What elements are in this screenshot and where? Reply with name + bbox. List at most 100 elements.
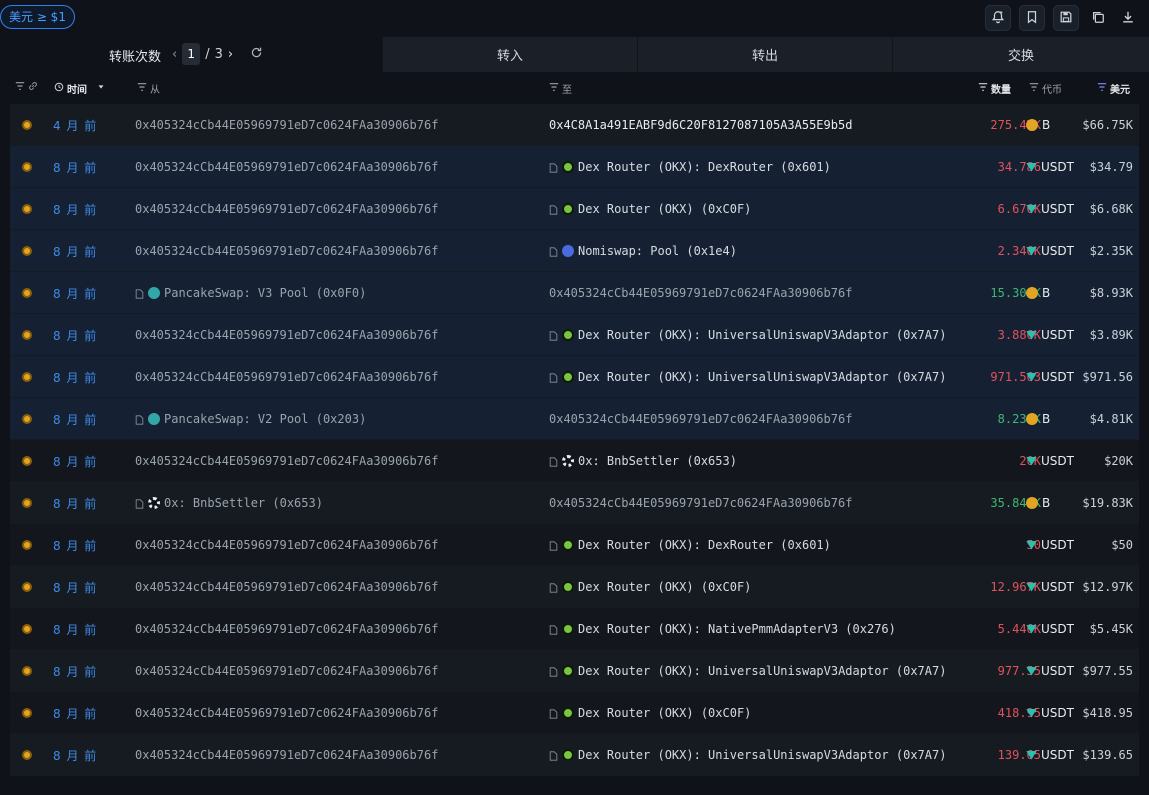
from-address[interactable]: 0x405324cCb44E05969791eD7c0624FAa30906b7… bbox=[135, 664, 438, 678]
token-column-header[interactable]: 代币 bbox=[1029, 81, 1062, 96]
from-address[interactable]: 0x405324cCb44E05969791eD7c0624FAa30906b7… bbox=[135, 244, 438, 258]
to-entity[interactable]: Dex Router (OKX) (0xC0F) bbox=[549, 202, 751, 216]
refresh-icon[interactable] bbox=[250, 46, 263, 63]
to-entity[interactable]: 0x: BnbSettler (0x653) bbox=[549, 454, 737, 468]
table-row[interactable]: 8 月 前 0x405324cCb44E05969791eD7c0624FAa3… bbox=[10, 146, 1139, 188]
token-cell[interactable]: USDT bbox=[1026, 734, 1074, 776]
from-address[interactable]: 0x405324cCb44E05969791eD7c0624FAa30906b7… bbox=[135, 370, 438, 384]
token-cell[interactable]: USDT bbox=[1026, 356, 1074, 398]
from-address[interactable]: 0x405324cCb44E05969791eD7c0624FAa30906b7… bbox=[135, 580, 438, 594]
token-cell[interactable]: USDT bbox=[1026, 314, 1074, 356]
table-row[interactable]: 4 月 前 0x405324cCb44E05969791eD7c0624FAa3… bbox=[10, 104, 1139, 146]
token-cell[interactable]: B bbox=[1026, 398, 1050, 440]
time-cell[interactable]: 8 月 前 bbox=[53, 566, 97, 608]
save-button[interactable] bbox=[1053, 5, 1079, 31]
table-row[interactable]: 8 月 前 0x405324cCb44E05969791eD7c0624FAa3… bbox=[10, 524, 1139, 566]
time-cell[interactable]: 8 月 前 bbox=[53, 230, 97, 272]
from-entity[interactable]: PancakeSwap: V2 Pool (0x203) bbox=[135, 412, 366, 426]
to-entity[interactable]: Dex Router (OKX): DexRouter (0x601) bbox=[549, 160, 831, 174]
time-cell[interactable]: 8 月 前 bbox=[53, 356, 97, 398]
to-address[interactable]: 0x405324cCb44E05969791eD7c0624FAa30906b7… bbox=[549, 286, 852, 300]
time-cell[interactable]: 8 月 前 bbox=[53, 272, 97, 314]
time-cell[interactable]: 8 月 前 bbox=[53, 608, 97, 650]
table-row[interactable]: 8 月 前 0x405324cCb44E05969791eD7c0624FAa3… bbox=[10, 650, 1139, 692]
amount-column-header[interactable]: 数量 bbox=[978, 81, 1011, 96]
table-row[interactable]: 8 月 前 0x405324cCb44E05969791eD7c0624FAa3… bbox=[10, 356, 1139, 398]
to-column-header[interactable]: 至 bbox=[549, 81, 572, 96]
from-address[interactable]: 0x405324cCb44E05969791eD7c0624FAa30906b7… bbox=[135, 706, 438, 720]
from-address[interactable]: 0x405324cCb44E05969791eD7c0624FAa30906b7… bbox=[135, 328, 438, 342]
to-entity[interactable]: Dex Router (OKX) (0xC0F) bbox=[549, 580, 751, 594]
token-cell[interactable]: USDT bbox=[1026, 188, 1074, 230]
from-address[interactable]: 0x405324cCb44E05969791eD7c0624FAa30906b7… bbox=[135, 622, 438, 636]
time-cell[interactable]: 8 月 前 bbox=[53, 314, 97, 356]
to-address[interactable]: 0x405324cCb44E05969791eD7c0624FAa30906b7… bbox=[549, 412, 852, 426]
token-cell[interactable]: USDT bbox=[1026, 440, 1074, 482]
from-address[interactable]: 0x405324cCb44E05969791eD7c0624FAa30906b7… bbox=[135, 748, 438, 762]
to-entity[interactable]: Dex Router (OKX): UniversalUniswapV3Adap… bbox=[549, 328, 946, 342]
time-cell[interactable]: 8 月 前 bbox=[53, 650, 97, 692]
to-entity[interactable]: Nomiswap: Pool (0x1e4) bbox=[549, 244, 737, 258]
from-address[interactable]: 0x405324cCb44E05969791eD7c0624FAa30906b7… bbox=[135, 160, 438, 174]
download-button[interactable] bbox=[1117, 5, 1139, 31]
table-row[interactable]: 8 月 前 0x405324cCb44E05969791eD7c0624FAa3… bbox=[10, 608, 1139, 650]
token-cell[interactable]: USDT bbox=[1026, 566, 1074, 608]
token-cell[interactable]: B bbox=[1026, 272, 1050, 314]
table-row[interactable]: 8 月 前 0x405324cCb44E05969791eD7c0624FAa3… bbox=[10, 440, 1139, 482]
from-address[interactable]: 0x405324cCb44E05969791eD7c0624FAa30906b7… bbox=[135, 202, 438, 216]
token-cell[interactable]: USDT bbox=[1026, 608, 1074, 650]
to-entity[interactable]: Dex Router (OKX): DexRouter (0x601) bbox=[549, 538, 831, 552]
bookmark-button[interactable] bbox=[1019, 5, 1045, 31]
tab-inflow[interactable]: 转入 bbox=[383, 37, 638, 72]
chain-filter[interactable] bbox=[15, 81, 38, 94]
time-column-header[interactable]: 时间 bbox=[54, 81, 106, 96]
table-row[interactable]: 8 月 前 0x405324cCb44E05969791eD7c0624FAa3… bbox=[10, 734, 1139, 776]
from-entity[interactable]: 0x: BnbSettler (0x653) bbox=[135, 496, 323, 510]
token-cell[interactable]: USDT bbox=[1026, 524, 1074, 566]
alert-button[interactable] bbox=[985, 5, 1011, 31]
to-address[interactable]: 0x4C8A1a491EABF9d6C20F8127087105A3A55E9b… bbox=[549, 118, 852, 132]
token-cell[interactable]: B bbox=[1026, 104, 1050, 146]
tab-swaps[interactable]: 交换 bbox=[893, 37, 1149, 72]
time-cell[interactable]: 8 月 前 bbox=[53, 440, 97, 482]
from-column-header[interactable]: 从 bbox=[137, 81, 160, 96]
usd-column-header[interactable]: 美元 bbox=[1097, 81, 1130, 96]
usd-filter-chip[interactable]: 美元 ≥ $1 bbox=[0, 5, 75, 29]
to-entity[interactable]: Dex Router (OKX): NativePmmAdapterV3 (0x… bbox=[549, 622, 896, 636]
token-cell[interactable]: USDT bbox=[1026, 146, 1074, 188]
time-cell[interactable]: 8 月 前 bbox=[53, 398, 97, 440]
time-cell[interactable]: 8 月 前 bbox=[53, 146, 97, 188]
time-cell[interactable]: 4 月 前 bbox=[53, 104, 97, 146]
copy-button[interactable] bbox=[1087, 5, 1109, 31]
table-row[interactable]: 8 月 前 0x405324cCb44E05969791eD7c0624FAa3… bbox=[10, 314, 1139, 356]
table-row[interactable]: 8 月 前 0x405324cCb44E05969791eD7c0624FAa3… bbox=[10, 692, 1139, 734]
from-address[interactable]: 0x405324cCb44E05969791eD7c0624FAa30906b7… bbox=[135, 118, 438, 132]
from-address[interactable]: 0x405324cCb44E05969791eD7c0624FAa30906b7… bbox=[135, 538, 438, 552]
to-entity[interactable]: Dex Router (OKX): UniversalUniswapV3Adap… bbox=[549, 664, 946, 678]
token-cell[interactable]: USDT bbox=[1026, 650, 1074, 692]
to-entity[interactable]: Dex Router (OKX) (0xC0F) bbox=[549, 706, 751, 720]
time-cell[interactable]: 8 月 前 bbox=[53, 524, 97, 566]
to-entity[interactable]: Dex Router (OKX): UniversalUniswapV3Adap… bbox=[549, 370, 946, 384]
tab-outflow[interactable]: 转出 bbox=[638, 37, 893, 72]
table-row[interactable]: 8 月 前 0x: BnbSettler (0x653) 0x405324cCb… bbox=[10, 482, 1139, 524]
table-row[interactable]: 8 月 前 0x405324cCb44E05969791eD7c0624FAa3… bbox=[10, 230, 1139, 272]
token-cell[interactable]: USDT bbox=[1026, 692, 1074, 734]
tab-transfers[interactable]: 转账次数 ‹ 1 / 3 › bbox=[0, 37, 383, 72]
current-page[interactable]: 1 bbox=[182, 43, 201, 65]
time-cell[interactable]: 8 月 前 bbox=[53, 188, 97, 230]
token-cell[interactable]: USDT bbox=[1026, 230, 1074, 272]
table-row[interactable]: 8 月 前 0x405324cCb44E05969791eD7c0624FAa3… bbox=[10, 566, 1139, 608]
time-cell[interactable]: 8 月 前 bbox=[53, 482, 97, 524]
table-row[interactable]: 8 月 前 0x405324cCb44E05969791eD7c0624FAa3… bbox=[10, 188, 1139, 230]
next-page-icon[interactable]: › bbox=[228, 47, 233, 62]
prev-page-icon[interactable]: ‹ bbox=[172, 47, 177, 62]
to-entity[interactable]: Dex Router (OKX): UniversalUniswapV3Adap… bbox=[549, 748, 946, 762]
from-address[interactable]: 0x405324cCb44E05969791eD7c0624FAa30906b7… bbox=[135, 454, 438, 468]
table-row[interactable]: 8 月 前 PancakeSwap: V3 Pool (0x0F0) 0x405… bbox=[10, 272, 1139, 314]
from-entity[interactable]: PancakeSwap: V3 Pool (0x0F0) bbox=[135, 286, 366, 300]
to-address[interactable]: 0x405324cCb44E05969791eD7c0624FAa30906b7… bbox=[549, 496, 852, 510]
token-cell[interactable]: B bbox=[1026, 482, 1050, 524]
time-cell[interactable]: 8 月 前 bbox=[53, 692, 97, 734]
time-cell[interactable]: 8 月 前 bbox=[53, 734, 97, 776]
